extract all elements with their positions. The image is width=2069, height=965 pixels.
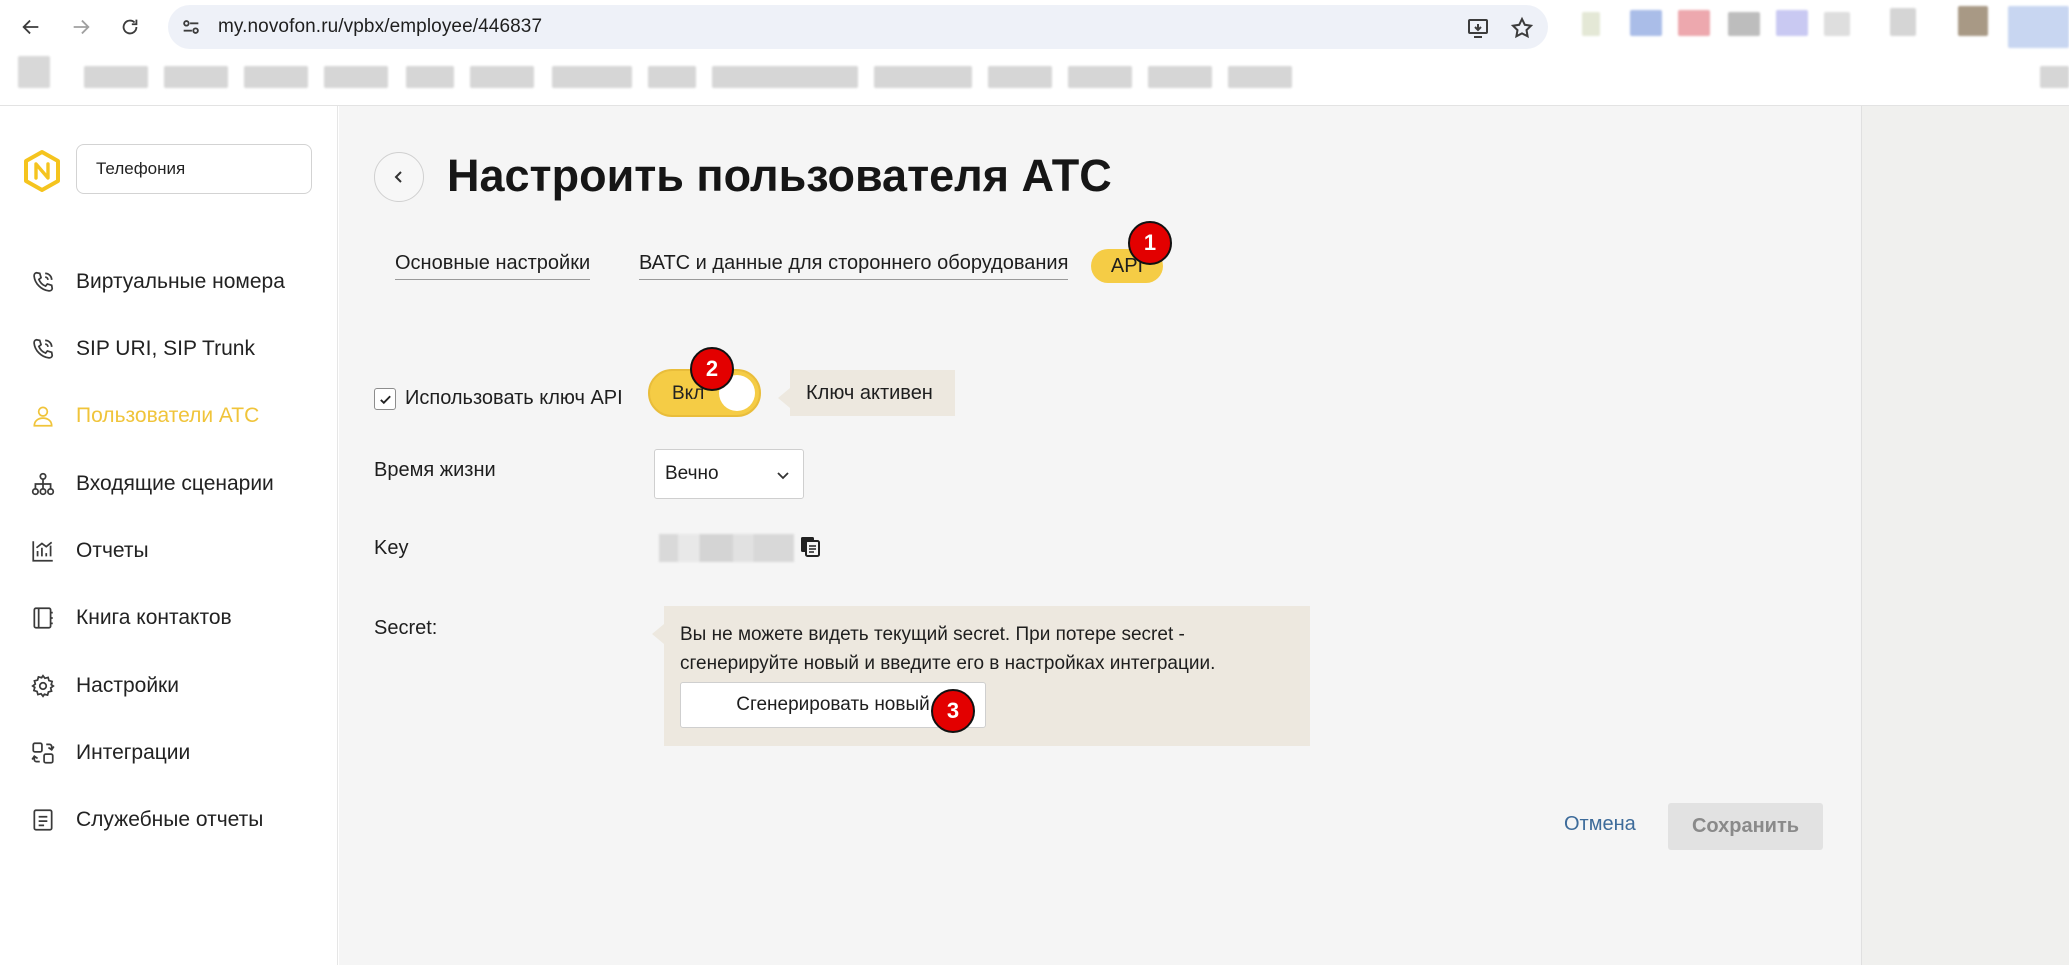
main-content: Настроить пользователя АТС Основные наст… [339,106,1861,965]
sidebar-item-integrations[interactable]: Интеграции [30,733,330,773]
extension-icon[interactable] [1582,12,1600,36]
chevron-down-icon [777,472,789,480]
key-status-tooltip: Ключ активен [778,370,955,416]
novofon-logo[interactable] [22,149,62,193]
save-button[interactable]: Сохранить [1668,803,1823,850]
lifetime-label: Время жизни [374,459,496,481]
sidebar: Телефония Виртуальные номера SIP URI, SI… [0,106,338,965]
phone-icon [30,336,56,362]
annotation-marker-1: 1 [1128,221,1172,265]
extension-icon[interactable] [2008,6,2069,48]
key-value-redacted [659,534,794,562]
user-icon [30,403,56,429]
extension-icon[interactable] [1776,10,1808,36]
profile-avatar[interactable] [1958,6,1988,36]
right-side-panel [1861,106,2069,965]
sidebar-item-label: Виртуальные номера [76,270,285,293]
extension-icon[interactable] [1824,12,1850,36]
url-text[interactable]: my.novofon.ru/vpbx/employee/446837 [218,16,542,38]
key-label: Key [374,537,409,559]
bookmark-item[interactable] [1228,66,1292,88]
bookmark-item[interactable] [324,66,388,88]
sidebar-item-virtual-numbers[interactable]: Виртуальные номера [30,262,330,302]
extension-icon[interactable] [1630,10,1662,36]
sidebar-item-pbx-users[interactable]: Пользователи АТС [30,396,330,436]
sidebar-item-label: Отчеты [76,539,149,562]
secret-note: Вы не можете видеть текущий secret. При … [680,624,1216,674]
address-bar[interactable]: my.novofon.ru/vpbx/employee/446837 [168,5,1548,49]
use-api-key-label[interactable]: Использовать ключ API [405,387,623,410]
contacts-book-icon [30,605,56,631]
secret-info-box: Вы не можете видеть текущий secret. При … [652,606,1310,746]
forward-arrow-icon[interactable] [64,10,98,44]
section-select[interactable]: Телефония [76,144,312,194]
sidebar-item-label: Служебные отчеты [76,808,264,831]
extension-icon[interactable] [1728,12,1760,36]
site-settings-icon[interactable] [180,16,202,38]
bookmark-item[interactable] [988,66,1052,88]
integration-icon [30,740,56,766]
bookmark-item[interactable] [552,66,632,88]
bookmark-item[interactable] [406,66,454,88]
sidebar-item-label: Настройки [76,674,179,697]
bookmark-item[interactable] [164,66,228,88]
flow-icon [30,471,56,497]
sidebar-item-service-reports[interactable]: Служебные отчеты [30,800,330,840]
phone-icon [30,269,56,295]
sidebar-item-sip[interactable]: SIP URI, SIP Trunk [30,329,330,369]
cancel-link[interactable]: Отмена [1564,813,1636,836]
bookmark-star-icon[interactable] [1510,16,1534,40]
lifetime-select[interactable]: Вечно [654,449,804,499]
chart-icon [30,538,56,564]
bookmark-item[interactable] [84,66,148,88]
bookmark-item[interactable] [18,56,50,88]
gear-icon [30,673,56,699]
sidebar-item-label: Интеграции [76,741,191,764]
reload-icon[interactable] [113,10,147,44]
chevron-left-icon [394,171,402,183]
bookmark-item[interactable] [244,66,308,88]
annotation-marker-3: 3 [931,689,975,733]
sidebar-item-label: Пользователи АТС [76,404,260,427]
browser-chrome: my.novofon.ru/vpbx/employee/446837 [0,0,2069,106]
sidebar-item-contacts[interactable]: Книга контактов [30,598,330,638]
bookmark-item[interactable] [1068,66,1132,88]
sidebar-item-label: Книга контактов [76,606,232,629]
install-app-icon[interactable] [1466,16,1490,40]
bookmark-item[interactable] [2040,66,2069,88]
annotation-marker-2: 2 [690,347,734,391]
sidebar-item-incoming-scenarios[interactable]: Входящие сценарии [30,464,330,504]
lifetime-value: Вечно [665,463,719,484]
back-button[interactable] [374,152,424,202]
tab-vpbx-data[interactable]: ВАТС и данные для стороннего оборудовани… [639,252,1069,280]
page-title: Настроить пользователя АТС [447,150,1112,201]
bookmark-item[interactable] [874,66,972,88]
bookmark-item[interactable] [648,66,696,88]
use-api-key-checkbox[interactable] [374,388,396,410]
back-arrow-icon[interactable] [14,10,48,44]
sidebar-item-label: Входящие сценарии [76,472,274,495]
tab-main-settings[interactable]: Основные настройки [395,252,591,280]
bookmark-item[interactable] [1148,66,1212,88]
copy-icon[interactable] [798,534,822,558]
sidebar-item-settings[interactable]: Настройки [30,666,330,706]
bookmark-item[interactable] [712,66,858,88]
sidebar-item-reports[interactable]: Отчеты [30,531,330,571]
sidebar-item-label: SIP URI, SIP Trunk [76,337,255,360]
secret-label: Secret: [374,617,438,639]
document-icon [30,807,56,833]
extension-icon[interactable] [1678,10,1710,36]
extension-icon[interactable] [1890,8,1916,36]
bookmark-item[interactable] [470,66,534,88]
checkmark-icon [379,395,391,404]
